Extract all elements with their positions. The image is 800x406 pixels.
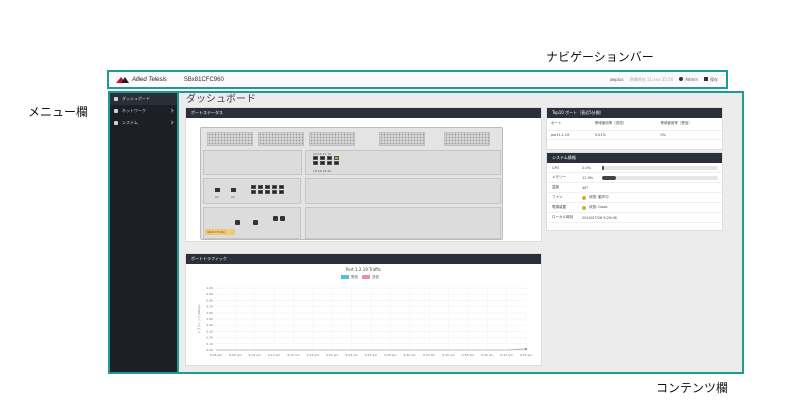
callout-navigation-bar: ナビゲーションバー <box>546 50 654 64</box>
content-column-highlight <box>177 91 744 374</box>
menu-column-highlight <box>108 91 179 374</box>
callout-content-column: コンテンツ欄 <box>656 381 729 395</box>
callout-menu-column: メニュー欄 <box>28 105 89 119</box>
navigation-bar-highlight <box>107 70 728 89</box>
